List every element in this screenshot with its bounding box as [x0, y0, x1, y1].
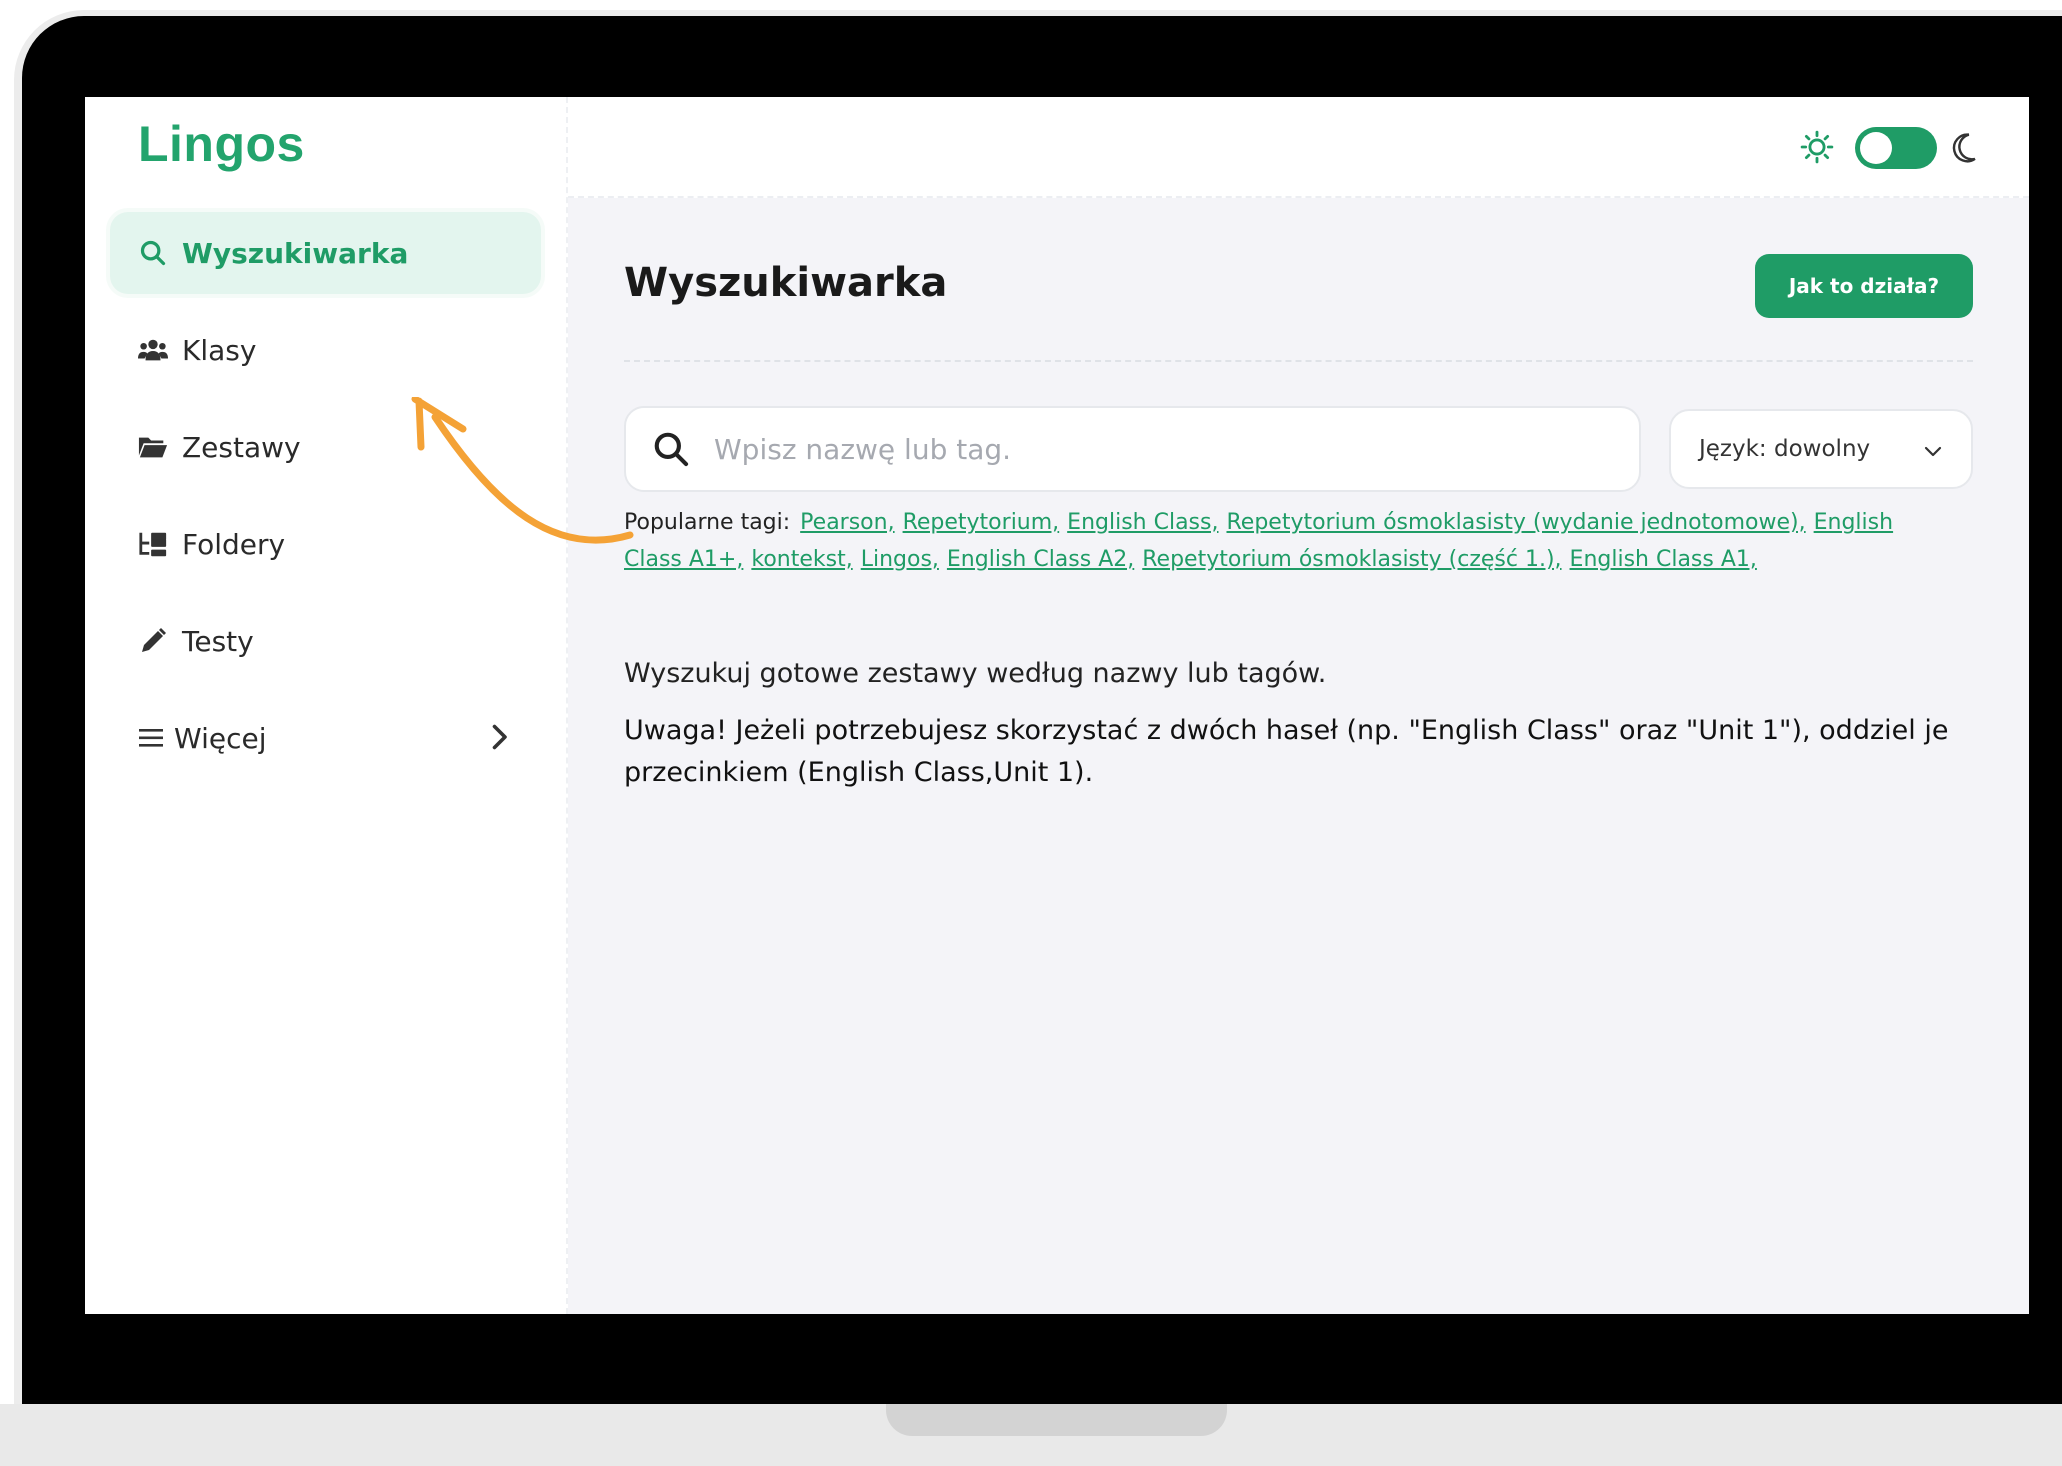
app-screen: Lingos Wyszukiwarka Klasy Zestawy Folder… — [85, 97, 2029, 1314]
sidebar-item-wiecej[interactable]: Więcej — [110, 697, 541, 779]
folder-tree-icon — [138, 529, 168, 559]
language-select[interactable]: Język: dowolny — [1669, 409, 1973, 489]
laptop-notch — [886, 1404, 1227, 1436]
tag-link[interactable]: Repetytorium, — [903, 510, 1060, 535]
chevron-down-icon — [1924, 446, 1942, 457]
tag-link[interactable]: kontekst, — [751, 547, 852, 572]
popular-tags-label: Popularne tagi: — [624, 510, 791, 535]
tag-link[interactable]: Pearson, — [800, 510, 894, 535]
language-select-value: Język: dowolny — [1699, 436, 1871, 462]
folder-open-icon — [138, 432, 168, 462]
sidebar-item-label: Wyszukiwarka — [182, 236, 409, 270]
sidebar-item-testy[interactable]: Testy — [110, 600, 541, 682]
annotation-arrow — [411, 397, 634, 544]
sidebar-item-klasy[interactable]: Klasy — [110, 309, 541, 391]
divider — [624, 360, 1973, 362]
search-input[interactable] — [712, 431, 1639, 467]
main-content: Wyszukiwarka Jak to działa? Język: dowol… — [568, 198, 2029, 1314]
sidebar-item-label: Testy — [182, 624, 254, 658]
theme-toggle[interactable] — [1855, 127, 1937, 169]
sidebar-item-label: Foldery — [182, 527, 286, 561]
sidebar-item-label: Klasy — [182, 333, 257, 367]
sun-icon — [1800, 130, 1834, 164]
search-icon — [654, 432, 689, 467]
search-icon — [138, 238, 168, 268]
search-description: Wyszukuj gotowe zestawy według nazwy lub… — [624, 658, 1327, 689]
sidebar: Lingos Wyszukiwarka Klasy Zestawy Folder… — [85, 97, 568, 1314]
users-icon — [138, 335, 168, 365]
search-note: Uwaga! Jeżeli potrzebujesz skorzystać z … — [624, 715, 1949, 788]
tag-link[interactable]: Lingos, — [861, 547, 939, 572]
tag-link[interactable]: English Class A1, — [1570, 547, 1757, 572]
tag-link[interactable]: Repetytorium ósmoklasisty (wydanie jedno… — [1226, 510, 1805, 535]
tag-link[interactable]: English Class A2, — [947, 547, 1134, 572]
app-logo[interactable]: Lingos — [138, 115, 305, 173]
search-box — [624, 406, 1641, 492]
sidebar-item-wyszukiwarka[interactable]: Wyszukiwarka — [110, 212, 541, 294]
help-button[interactable]: Jak to działa? — [1755, 254, 1973, 318]
tag-link[interactable]: Repetytorium ósmoklasisty (część 1.), — [1142, 547, 1561, 572]
sidebar-item-label: Więcej — [174, 721, 267, 755]
page-title: Wyszukiwarka — [624, 260, 948, 306]
chevron-right-icon — [492, 724, 507, 750]
tag-link[interactable]: English Class, — [1067, 510, 1218, 535]
sidebar-item-label: Zestawy — [182, 430, 301, 464]
pencil-icon — [138, 626, 168, 656]
topbar — [568, 97, 2029, 198]
menu-icon — [138, 723, 164, 753]
moon-icon — [1952, 133, 1976, 163]
toggle-knob — [1860, 132, 1892, 164]
popular-tags: Popularne tagi: Pearson, Repetytorium, Engl… — [624, 504, 1914, 578]
